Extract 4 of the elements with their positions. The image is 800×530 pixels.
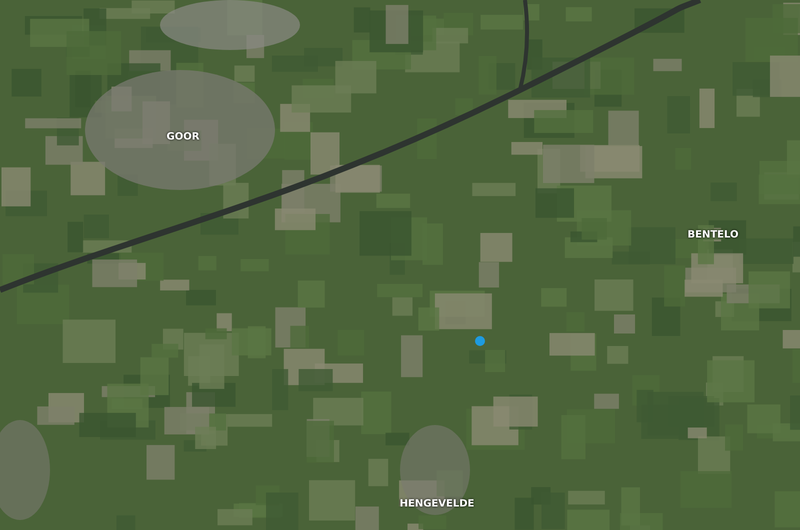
place-label: GOOR xyxy=(166,132,200,142)
place-label: BENTELO xyxy=(688,230,738,240)
location-dot-icon xyxy=(475,336,485,346)
place-label: HENGEVELDE xyxy=(400,498,474,510)
